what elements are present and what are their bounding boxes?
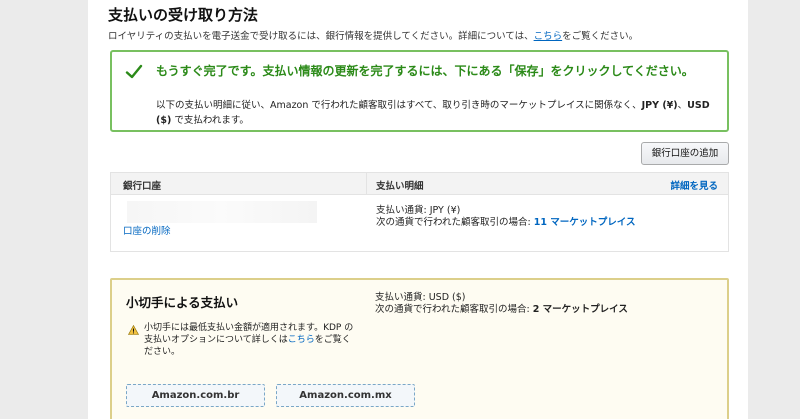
cheque-marketplace-count: 2 マーケットプレイス	[532, 304, 628, 315]
bank-marketplaces-link[interactable]: 11 マーケットプレイス	[534, 217, 636, 228]
payment-settings-page: 支払いの受け取り方法 ロイヤリティの支払いを電子送金で受け取るには、銀行情報を提…	[88, 0, 748, 419]
subtitle-text-end: をご覧ください。	[562, 31, 639, 42]
alert-currency-jpy: JPY (¥)	[641, 100, 678, 111]
bank-market-line-text: 次の通貨で行われた顧客取引の場合:	[376, 217, 534, 228]
cheque-warning-text: 小切手には最低支払い金額が適用されます。KDP の支払いオプションについて詳しく…	[144, 322, 359, 358]
bank-currency-line: 支払い通貨: JPY (¥)	[376, 205, 461, 216]
cheque-market-line: 次の通貨で行われた顧客取引の場合: 2 マーケットプレイス	[375, 304, 645, 316]
subtitle-details-link[interactable]: こちら	[534, 31, 563, 42]
page-title: 支払いの受け取り方法	[108, 6, 259, 24]
marketplace-chip-mx: Amazon.com.mx	[276, 384, 415, 407]
bank-payment-detail: 支払い通貨: JPY (¥) 次の通貨で行われた顧客取引の場合: 11 マーケッ…	[376, 205, 646, 229]
delete-account-link[interactable]: 口座の削除	[123, 223, 171, 237]
alert-body-text: 以下の支払い明細に従い、Amazon で行われた顧客取引はすべて、取り引き時のマ…	[156, 100, 642, 111]
table-header: 銀行口座 支払い明細 詳細を見る	[111, 173, 728, 195]
cheque-market-line-text: 次の通貨で行われた顧客取引の場合:	[375, 304, 533, 315]
cheque-title: 小切手による支払い	[126, 295, 239, 310]
bank-account-table: 銀行口座 支払い明細 詳細を見る 口座の削除 支払い通貨: JPY (¥) 次の…	[110, 172, 729, 252]
column-header-detail: 支払い明細	[376, 181, 424, 192]
success-alert: もうすぐ完了です。支払い情報の更新を完了するには、下にある「保存」をクリックして…	[110, 50, 729, 132]
check-icon	[125, 64, 143, 79]
column-divider	[366, 173, 367, 195]
column-header-bank: 銀行口座	[123, 181, 162, 192]
add-bank-account-button[interactable]: 銀行口座の追加	[641, 142, 729, 165]
cheque-payment-section: 小切手による支払い 支払い通貨: USD ($) 次の通貨で行われた顧客取引の場…	[110, 278, 729, 419]
warning-icon	[128, 325, 139, 335]
cheque-currency-line: 支払い通貨: USD ($)	[375, 292, 466, 303]
alert-body: 以下の支払い明細に従い、Amazon で行われた顧客取引はすべて、取り引き時のマ…	[156, 98, 716, 128]
cheque-warning-link[interactable]: こちら	[288, 335, 315, 345]
subtitle-text: ロイヤリティの支払いを電子送金で受け取るには、銀行情報を提供してください。詳細に…	[108, 31, 534, 42]
page-subtitle: ロイヤリティの支払いを電子送金で受け取るには、銀行情報を提供してください。詳細に…	[108, 28, 638, 42]
view-details-link[interactable]: 詳細を見る	[670, 178, 718, 192]
bank-name-redacted	[127, 201, 317, 223]
bank-market-line: 次の通貨で行われた顧客取引の場合: 11 マーケットプレイス	[376, 217, 646, 229]
cheque-payment-detail: 支払い通貨: USD ($) 次の通貨で行われた顧客取引の場合: 2 マーケット…	[375, 292, 645, 316]
alert-heading: もうすぐ完了です。支払い情報の更新を完了するには、下にある「保存」をクリックして…	[156, 64, 694, 78]
alert-body-sep: 、	[677, 100, 688, 111]
alert-body-end: で支払われます。	[171, 115, 249, 126]
marketplace-chip-br: Amazon.com.br	[126, 384, 265, 407]
